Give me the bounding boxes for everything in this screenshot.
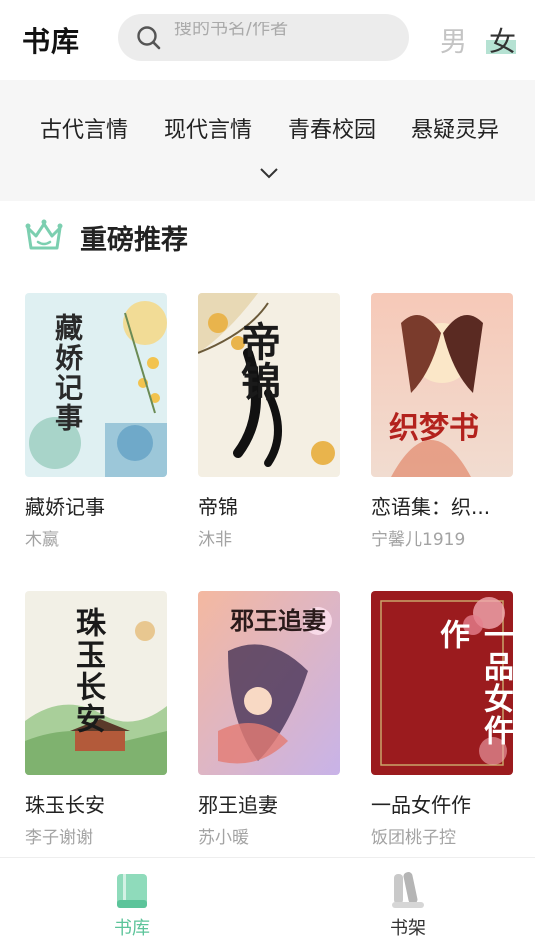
- book-author: 饭团桃子控: [371, 828, 456, 848]
- category-item[interactable]: 古代言情: [40, 112, 128, 144]
- book-cover: 邪王追妻: [198, 591, 340, 775]
- search-placeholder: 搜的书名/作者: [174, 22, 289, 39]
- book-card[interactable]: 一品女仵作 一品女仵作 饭团桃子控: [371, 591, 513, 848]
- cover-title: 邪王追妻: [230, 607, 326, 635]
- book-card[interactable]: 藏娇记事 藏娇记事 木嬴: [25, 293, 167, 550]
- book-title: 恋语集：织...: [371, 495, 491, 519]
- book-card[interactable]: 织梦书 恋语集：织... 宁馨儿1919: [371, 293, 513, 550]
- book-cover: 藏娇记事: [25, 293, 167, 477]
- book-cover: 帝锦: [198, 293, 340, 477]
- book-author: 苏小暖: [198, 828, 249, 848]
- book-title: 珠玉长安: [25, 793, 105, 817]
- cover-title: 帝锦: [234, 321, 280, 401]
- page-title: 书库: [22, 25, 81, 58]
- cover-title: 藏娇记事: [51, 313, 84, 433]
- book-title: 帝锦: [198, 495, 238, 519]
- nav-label: 书库: [114, 918, 150, 939]
- bottom-nav: 书库 书架: [0, 857, 535, 943]
- book-author: 沐非: [198, 530, 232, 550]
- book-title: 藏娇记事: [25, 495, 105, 519]
- bookshelf-icon: [392, 872, 424, 908]
- book-title: 一品女仵作: [371, 793, 471, 817]
- category-item[interactable]: 现代言情: [164, 112, 252, 144]
- chevron-down-icon[interactable]: [258, 166, 280, 180]
- book-title: 邪王追妻: [198, 793, 278, 817]
- nav-item-library[interactable]: 书库: [72, 858, 192, 943]
- cover-title: 织梦书: [389, 411, 479, 446]
- nav-item-bookshelf[interactable]: 书架: [348, 858, 468, 943]
- category-bar: 古代言情 现代言情 青春校园 悬疑灵异: [0, 80, 535, 201]
- book-card[interactable]: 邪王追妻 邪王追妻 苏小暖: [198, 591, 340, 848]
- nav-label: 书架: [390, 918, 426, 939]
- cover-title: 一品女仵作: [434, 619, 513, 747]
- book-icon: [117, 874, 147, 908]
- book-card[interactable]: 帝锦 帝锦 沐非: [198, 293, 340, 550]
- search-icon: [137, 26, 161, 50]
- crown-icon: [25, 219, 63, 250]
- book-cover: 织梦书: [371, 293, 513, 477]
- cover-title: 珠玉长安: [70, 607, 105, 735]
- top-bar: 书库 搜的书名/作者 男 女: [0, 0, 535, 80]
- book-author: 李子谢谢: [25, 828, 93, 848]
- gender-female-tab[interactable]: 女: [489, 20, 516, 59]
- search-bar[interactable]: 搜的书名/作者: [118, 14, 409, 61]
- category-item[interactable]: 青春校园: [288, 112, 376, 144]
- book-cover: 珠玉长安: [25, 591, 167, 775]
- category-item[interactable]: 悬疑灵异: [411, 112, 499, 144]
- section-title: 重磅推荐: [80, 225, 188, 256]
- book-author: 宁馨儿1919: [371, 530, 466, 550]
- book-author: 木嬴: [25, 530, 59, 550]
- gender-male-tab[interactable]: 男: [440, 20, 467, 59]
- book-cover: 一品女仵作: [371, 591, 513, 775]
- book-card[interactable]: 珠玉长安 珠玉长安 李子谢谢: [25, 591, 167, 848]
